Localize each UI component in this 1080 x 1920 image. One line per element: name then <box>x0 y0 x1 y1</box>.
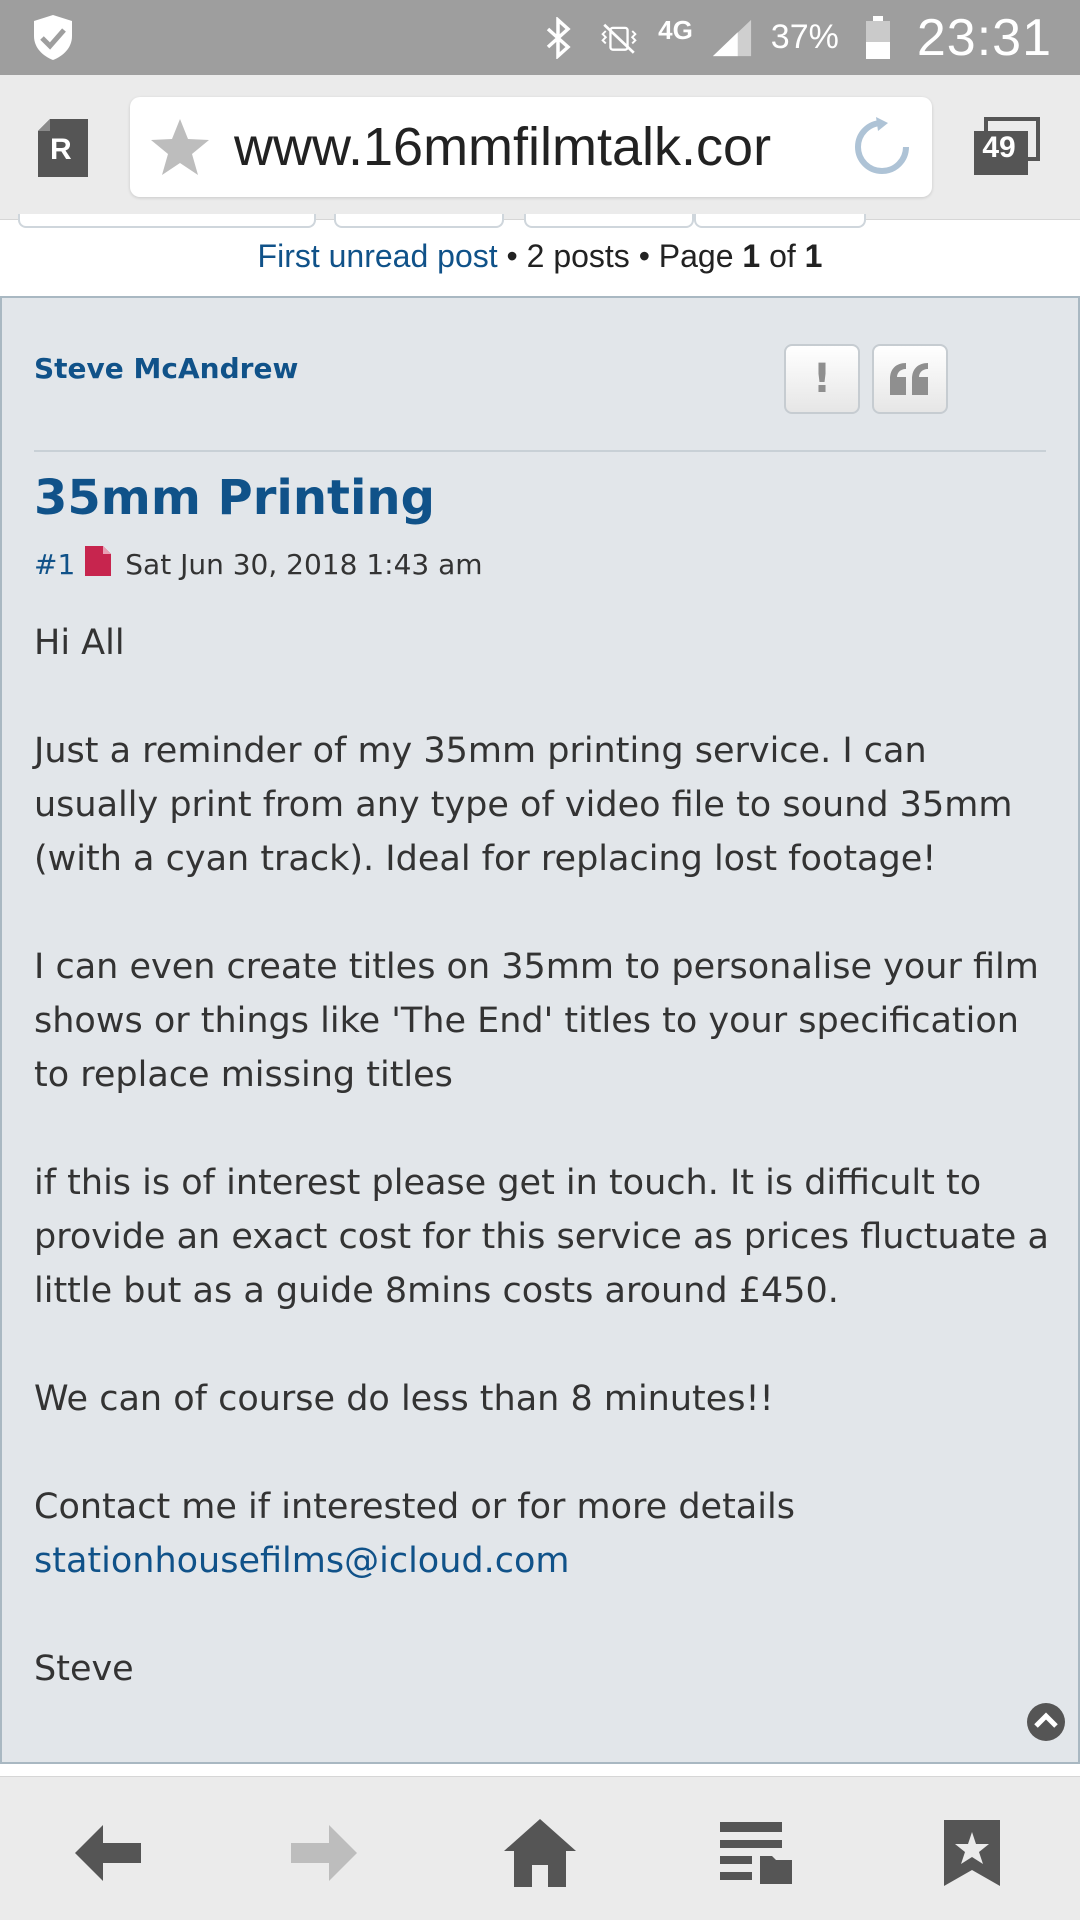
browser-toolbar: R www.16mmfilmtalk.cor 49 <box>0 75 1080 220</box>
clock: 23:31 <box>916 8 1052 67</box>
report-label: ! <box>812 356 832 402</box>
action-button-remnant[interactable] <box>694 214 866 228</box>
reader-label: R <box>50 133 72 166</box>
tabs-button[interactable]: 49 <box>972 117 1040 179</box>
reader-mode-button[interactable]: R <box>36 117 90 179</box>
post-author[interactable]: Steve McAndrew <box>34 352 298 385</box>
page-current: 1 <box>742 238 761 274</box>
pagination-bar: First unread post • 2 posts • Page 1 of … <box>0 232 1080 292</box>
post-divider <box>34 450 1046 452</box>
report-button[interactable]: ! <box>784 344 860 414</box>
address-bar[interactable]: www.16mmfilmtalk.cor <box>130 97 932 197</box>
network-type: 4G <box>658 14 693 45</box>
post-signature: Steve <box>34 1649 134 1689</box>
bookmarks-icon[interactable] <box>932 1813 1012 1893</box>
bluetooth-icon <box>538 16 580 59</box>
separator: • <box>497 238 527 274</box>
post-title[interactable]: 35mm Printing <box>34 470 435 526</box>
tab-count: 49 <box>982 131 1016 164</box>
page-label: • Page <box>629 238 743 274</box>
browser-bottom-nav <box>0 1776 1080 1920</box>
post-count: 2 posts <box>526 238 630 274</box>
page-total: 1 <box>804 238 823 274</box>
action-button-remnant[interactable] <box>524 214 694 228</box>
reload-icon[interactable] <box>850 115 914 179</box>
reading-list-icon[interactable] <box>716 1813 796 1893</box>
post-paragraph: Contact me if interested or for more det… <box>34 1487 795 1527</box>
email-link[interactable]: stationhousefilms@icloud.com <box>34 1541 569 1581</box>
status-bar: 4G 37% 23:31 <box>0 0 1080 75</box>
post-paragraph: We can of course do less than 8 minutes!… <box>34 1379 774 1419</box>
quote-icon <box>890 363 928 395</box>
post-number-link[interactable]: #1 <box>34 548 75 581</box>
post-meta: #1 Sat Jun 30, 2018 1:43 am <box>34 546 483 583</box>
back-to-top-icon[interactable] <box>1026 1702 1066 1742</box>
action-button-remnant[interactable] <box>334 214 504 228</box>
forward-arrow-icon[interactable] <box>284 1813 364 1893</box>
post-content: Hi All Just a reminder of my 35mm printi… <box>34 616 1054 1750</box>
action-button-remnant[interactable] <box>18 214 316 228</box>
post-document-icon[interactable] <box>85 546 112 583</box>
vibrate-mute-icon <box>598 17 640 59</box>
home-icon[interactable] <box>500 1813 580 1893</box>
bookmark-star-icon[interactable] <box>140 97 220 197</box>
back-arrow-icon[interactable] <box>68 1813 148 1893</box>
of-label: of <box>760 238 805 274</box>
forum-post: Steve McAndrew ! 35mm Printing #1 Sat Ju… <box>0 296 1080 1764</box>
post-paragraph: Just a reminder of my 35mm printing serv… <box>34 731 1013 879</box>
signal-icon <box>711 17 753 59</box>
first-unread-link[interactable]: First unread post <box>258 238 498 274</box>
post-paragraph: I can even create titles on 35mm to pers… <box>34 947 1039 1095</box>
action-bar-remnant <box>0 214 1080 232</box>
status-icons: 4G 37% 23:31 <box>538 0 1052 75</box>
shield-icon <box>28 12 78 62</box>
quote-button[interactable] <box>872 344 948 414</box>
post-date: Sat Jun 30, 2018 1:43 am <box>125 548 483 581</box>
battery-icon <box>857 15 899 59</box>
post-paragraph: if this is of interest please get in tou… <box>34 1163 1049 1311</box>
post-paragraph: Hi All <box>34 623 125 663</box>
battery-percent: 37% <box>770 18 839 56</box>
url-text[interactable]: www.16mmfilmtalk.cor <box>234 116 834 178</box>
